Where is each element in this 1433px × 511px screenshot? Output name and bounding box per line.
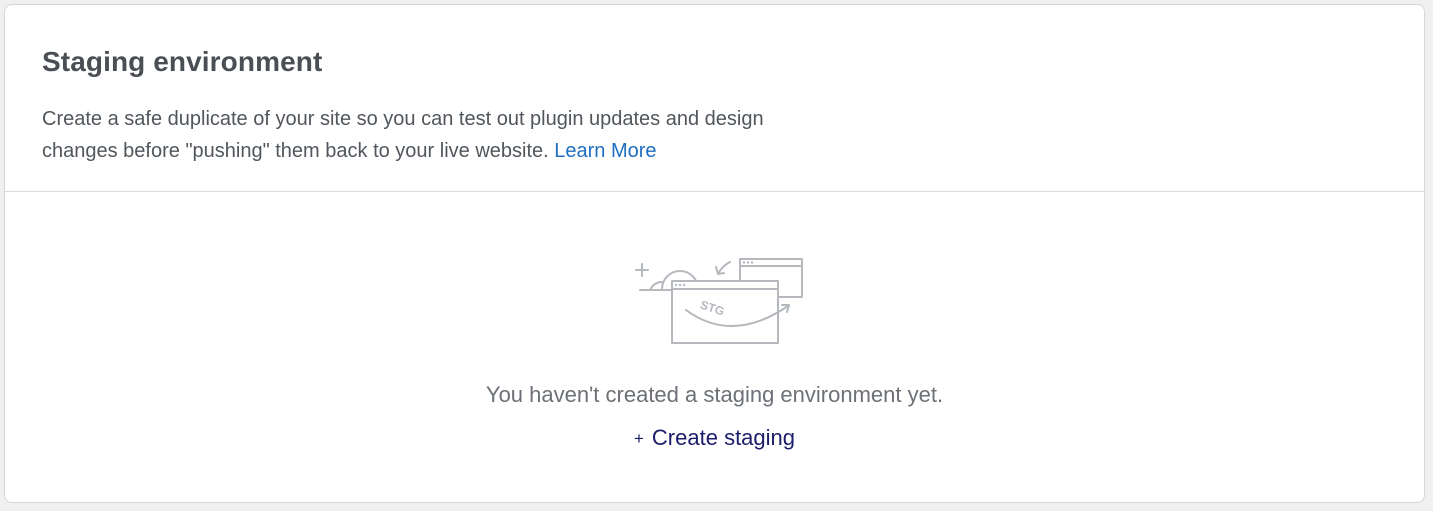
staging-card: Staging environment Create a safe duplic… xyxy=(4,4,1425,503)
empty-state-message: You haven't created a staging environmen… xyxy=(485,382,944,407)
card-description: Create a safe duplicate of your site so … xyxy=(42,103,822,167)
create-staging-row: + Create staging xyxy=(5,424,1424,453)
card-header: Staging environment Create a safe duplic… xyxy=(5,5,1424,192)
create-staging-label: Create staging xyxy=(651,425,796,450)
card-title: Staging environment xyxy=(42,46,323,77)
plus-icon: + xyxy=(633,429,644,448)
learn-more-link[interactable]: Learn More xyxy=(554,140,656,162)
empty-state: STG You haven't created a staging enviro… xyxy=(5,192,1424,502)
create-staging-link[interactable]: + Create staging xyxy=(634,425,795,450)
staging-illustration-icon: STG xyxy=(635,258,803,344)
